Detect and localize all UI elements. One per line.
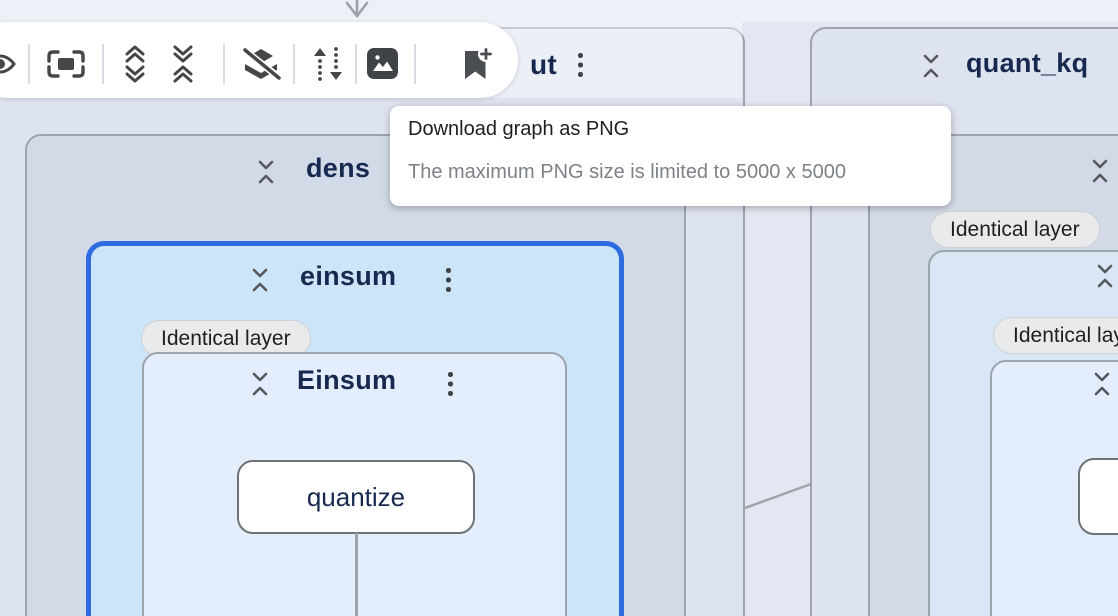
graph-edge [355,533,358,616]
fit-to-screen-icon[interactable] [47,50,85,78]
collapse-layer-icon[interactable] [250,266,270,294]
toolbar-divider [28,44,30,84]
collapse-layer-icon[interactable] [1090,157,1110,185]
tooltip-subtitle: The maximum PNG size is limited to 5000 … [408,161,846,184]
canvas-top-strip [0,0,1118,22]
collapse-layer-icon[interactable] [256,158,276,186]
toolbar-divider [293,44,295,84]
node-title-quant-kq: quant_kq [966,48,1088,79]
node-title-dens: dens [306,153,370,184]
add-bookmark-icon[interactable] [458,46,496,82]
node-menu-icon[interactable] [448,371,453,397]
toolbar-divider [223,44,225,84]
flatten-layers-icon[interactable] [239,47,283,81]
op-node-partial[interactable] [1078,458,1118,535]
model-explorer-canvas[interactable]: dens einsum Identical layer Einsum quant… [0,0,1118,616]
identical-layer-badge: Identical layer [993,317,1118,354]
download-png-tooltip: Download graph as PNG The maximum PNG si… [390,106,951,206]
tooltip-title: Download graph as PNG [408,118,629,141]
south-arrow-icon [344,0,370,20]
expand-all-layers-icon[interactable] [122,44,148,84]
node-title-einsum: einsum [300,261,396,292]
toolbar-divider [355,44,357,84]
collapse-layer-icon[interactable] [250,370,270,398]
visibility-icon[interactable] [0,48,16,80]
expand-vertical-icon[interactable] [312,46,344,82]
identical-layer-badge: Identical layer [930,211,1100,248]
collapse-all-layers-icon[interactable] [170,44,196,84]
node-menu-icon[interactable] [446,267,451,293]
op-node-quantize[interactable]: quantize [237,460,475,534]
collapse-layer-icon[interactable] [1092,370,1112,398]
collapse-layer-icon[interactable] [921,52,941,80]
node-menu-icon[interactable] [578,52,583,78]
collapse-layer-icon[interactable] [1095,262,1115,290]
node-title-ut-partial: ut [530,49,557,81]
node-title-Einsum: Einsum [297,365,396,396]
toolbar-divider [102,44,104,84]
toolbar-divider [414,44,416,84]
download-png-icon[interactable] [367,48,398,79]
